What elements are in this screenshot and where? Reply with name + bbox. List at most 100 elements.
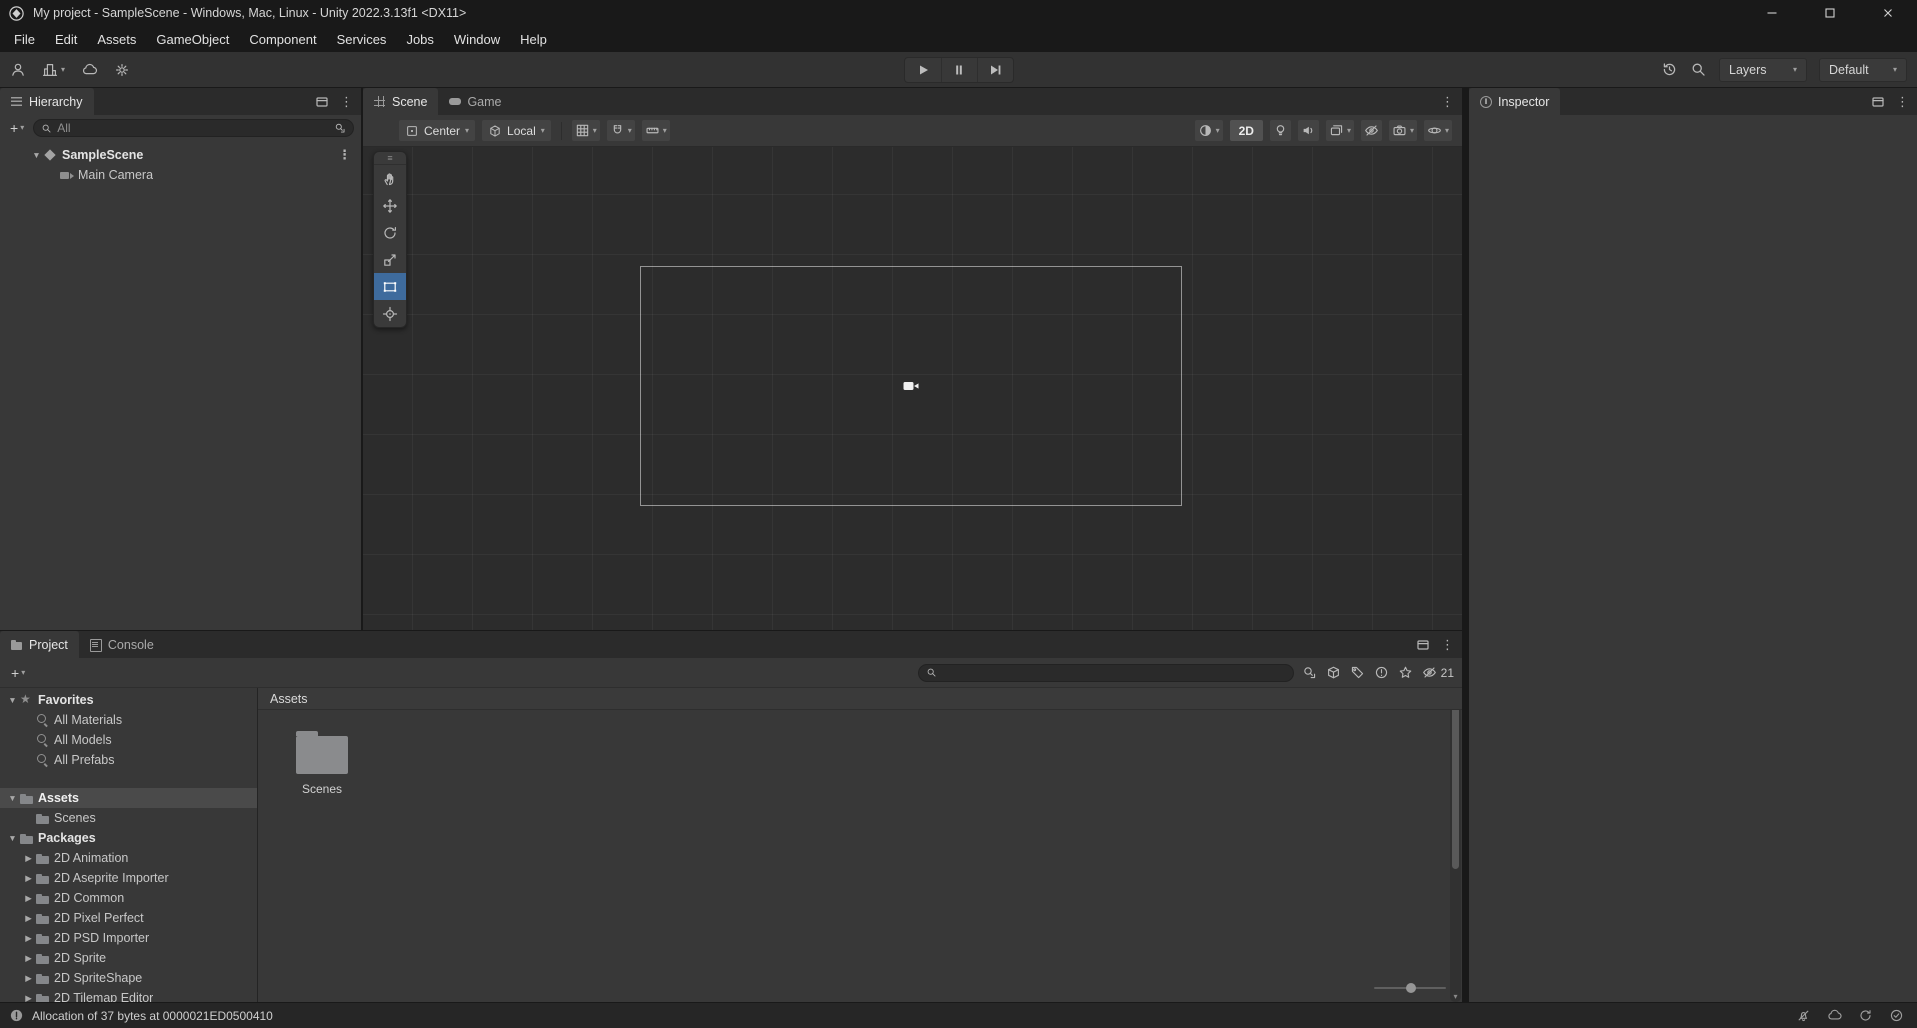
foldout-icon[interactable]: ▼ bbox=[6, 793, 19, 803]
open-search-window-icon[interactable] bbox=[334, 122, 346, 134]
kebab-menu-icon[interactable]: ⋮ bbox=[1439, 638, 1456, 651]
project-tree-row[interactable]: Scenes bbox=[0, 808, 257, 828]
cloud-status-icon[interactable] bbox=[1827, 1008, 1842, 1023]
view-tool-button[interactable] bbox=[374, 165, 406, 192]
tab-console[interactable]: Console bbox=[79, 631, 165, 658]
grid-visibility-button[interactable] bbox=[575, 123, 590, 138]
refresh-status-icon[interactable] bbox=[1858, 1008, 1873, 1023]
snap-increment-button[interactable] bbox=[645, 123, 660, 138]
draw-mode-button[interactable] bbox=[1198, 123, 1213, 138]
kebab-menu-icon[interactable]: ⋮ bbox=[1439, 95, 1456, 108]
asset-tile[interactable]: Scenes bbox=[284, 728, 360, 796]
gizmos-dropdown[interactable]: ▾ bbox=[1445, 126, 1449, 135]
version-control-button[interactable]: ▾ bbox=[42, 62, 65, 78]
kebab-menu-icon[interactable]: ⋮ bbox=[1894, 95, 1911, 108]
foldout-icon[interactable]: ▶ bbox=[22, 933, 35, 944]
foldout-icon[interactable]: ▶ bbox=[22, 873, 35, 884]
rect-tool-button[interactable] bbox=[374, 273, 406, 300]
transform-tool-button[interactable] bbox=[374, 300, 406, 327]
menu-item[interactable]: Help bbox=[510, 26, 557, 52]
foldout-icon[interactable]: ▶ bbox=[22, 853, 35, 864]
foldout-icon[interactable]: ▶ bbox=[22, 893, 35, 904]
foldout-icon[interactable]: ▶ bbox=[22, 993, 35, 1003]
scene-lighting-button[interactable] bbox=[1269, 120, 1291, 141]
grid-snapping-dropdown[interactable]: ▾ bbox=[628, 126, 632, 135]
effects-dropdown[interactable]: ▾ bbox=[1347, 126, 1351, 135]
foldout-icon[interactable]: ▶ bbox=[22, 973, 35, 984]
tab-inspector[interactable]: Inspector bbox=[1469, 88, 1561, 115]
project-tree-row[interactable]: All Prefabs bbox=[0, 750, 257, 770]
hierarchy-row[interactable]: ▼ SampleScene ⋮ bbox=[0, 145, 361, 165]
tab-game[interactable]: Game bbox=[438, 88, 512, 115]
menu-item[interactable]: Window bbox=[444, 26, 510, 52]
project-tree-row[interactable]: ▼ Assets bbox=[0, 788, 257, 808]
play-button[interactable] bbox=[905, 58, 941, 82]
tool-handle-position-dropdown[interactable]: Center ▾ bbox=[399, 120, 476, 141]
menu-item[interactable]: Edit bbox=[45, 26, 87, 52]
foldout-icon[interactable]: ▼ bbox=[6, 833, 19, 843]
project-tree-row[interactable]: ▼ Favorites bbox=[0, 690, 257, 710]
project-tree-row[interactable]: ▶ 2D Animation bbox=[0, 848, 257, 868]
scene-visibility-button[interactable] bbox=[1360, 120, 1382, 141]
foldout-icon[interactable]: ▶ bbox=[22, 953, 35, 964]
draw-mode-dropdown[interactable]: ▾ bbox=[1216, 126, 1220, 135]
project-tree-row[interactable]: ▶ 2D Tilemap Editor bbox=[0, 988, 257, 1002]
background-tasks-icon[interactable] bbox=[1889, 1008, 1904, 1023]
project-search-input[interactable] bbox=[917, 663, 1294, 682]
slider-thumb[interactable] bbox=[1405, 983, 1416, 993]
filter-by-type-icon[interactable] bbox=[1326, 665, 1341, 680]
minimize-button[interactable] bbox=[1743, 0, 1801, 26]
project-tree-row[interactable]: All Models bbox=[0, 730, 257, 750]
account-button[interactable] bbox=[10, 62, 26, 78]
scene-camera-dropdown[interactable]: ▾ bbox=[1410, 126, 1414, 135]
pause-button[interactable] bbox=[940, 57, 977, 82]
cloud-button[interactable] bbox=[81, 62, 98, 78]
create-asset-button[interactable]: + ▾ bbox=[8, 665, 28, 681]
project-tree-row[interactable]: ▼ Packages bbox=[0, 828, 257, 848]
effects-button[interactable] bbox=[1329, 123, 1344, 138]
toggle-2d-button[interactable]: 2D bbox=[1229, 120, 1263, 141]
asset-grid[interactable]: Scenes bbox=[258, 710, 1462, 1002]
layers-dropdown[interactable]: Layers ▾ bbox=[1719, 57, 1807, 82]
create-object-button[interactable]: + ▾ bbox=[7, 120, 27, 136]
status-message-icon[interactable] bbox=[9, 1008, 24, 1023]
snap-increment-dropdown[interactable]: ▾ bbox=[663, 126, 667, 135]
grid-snapping-button[interactable] bbox=[610, 123, 625, 138]
project-tree-row[interactable]: ▶ 2D Common bbox=[0, 888, 257, 908]
project-tree-row[interactable]: ▶ 2D SpriteShape bbox=[0, 968, 257, 988]
menu-item[interactable]: Services bbox=[327, 26, 397, 52]
unimported-assets-icon[interactable] bbox=[1374, 665, 1389, 680]
tab-hierarchy[interactable]: Hierarchy bbox=[0, 88, 94, 115]
project-tree-row[interactable]: ▶ 2D Sprite bbox=[0, 948, 257, 968]
icon-size-slider[interactable] bbox=[1374, 981, 1446, 995]
maximize-button[interactable] bbox=[1801, 0, 1859, 26]
project-tree-row[interactable]: ▶ 2D Aseprite Importer bbox=[0, 868, 257, 888]
undo-history-button[interactable] bbox=[1661, 61, 1678, 78]
project-tree-row[interactable] bbox=[0, 770, 257, 788]
overlay-grip-handle[interactable]: ≡ bbox=[374, 152, 406, 165]
project-tree-row[interactable]: ▶ 2D PSD Importer bbox=[0, 928, 257, 948]
layout-dropdown[interactable]: Default ▾ bbox=[1819, 57, 1907, 82]
hidden-packages-toggle[interactable]: 21 bbox=[1422, 665, 1454, 680]
scene-camera-button[interactable] bbox=[1392, 123, 1407, 138]
close-button[interactable] bbox=[1859, 0, 1917, 26]
tab-scene[interactable]: Scene bbox=[363, 88, 439, 115]
notifications-muted-icon[interactable] bbox=[1796, 1008, 1811, 1023]
menu-item[interactable]: Jobs bbox=[396, 26, 443, 52]
open-in-search-icon[interactable] bbox=[1302, 665, 1317, 680]
gizmos-button[interactable] bbox=[1427, 123, 1442, 138]
filter-by-label-icon[interactable] bbox=[1350, 665, 1365, 680]
dock-options-icon[interactable] bbox=[315, 95, 329, 109]
services-button[interactable] bbox=[114, 62, 130, 78]
project-tree-row[interactable]: ▶ 2D Pixel Perfect bbox=[0, 908, 257, 928]
status-message[interactable]: Allocation of 37 bytes at 0000021ED05004… bbox=[32, 1009, 273, 1023]
foldout-icon[interactable]: ▼ bbox=[30, 150, 43, 160]
camera-gizmo-icon[interactable] bbox=[903, 380, 919, 392]
move-tool-button[interactable] bbox=[374, 192, 406, 219]
dock-options-icon[interactable] bbox=[1871, 95, 1885, 109]
scene-audio-button[interactable] bbox=[1297, 120, 1319, 141]
rotate-tool-button[interactable] bbox=[374, 219, 406, 246]
menu-item[interactable]: Assets bbox=[87, 26, 146, 52]
save-search-icon[interactable] bbox=[1398, 665, 1413, 680]
foldout-icon[interactable]: ▼ bbox=[6, 695, 19, 705]
